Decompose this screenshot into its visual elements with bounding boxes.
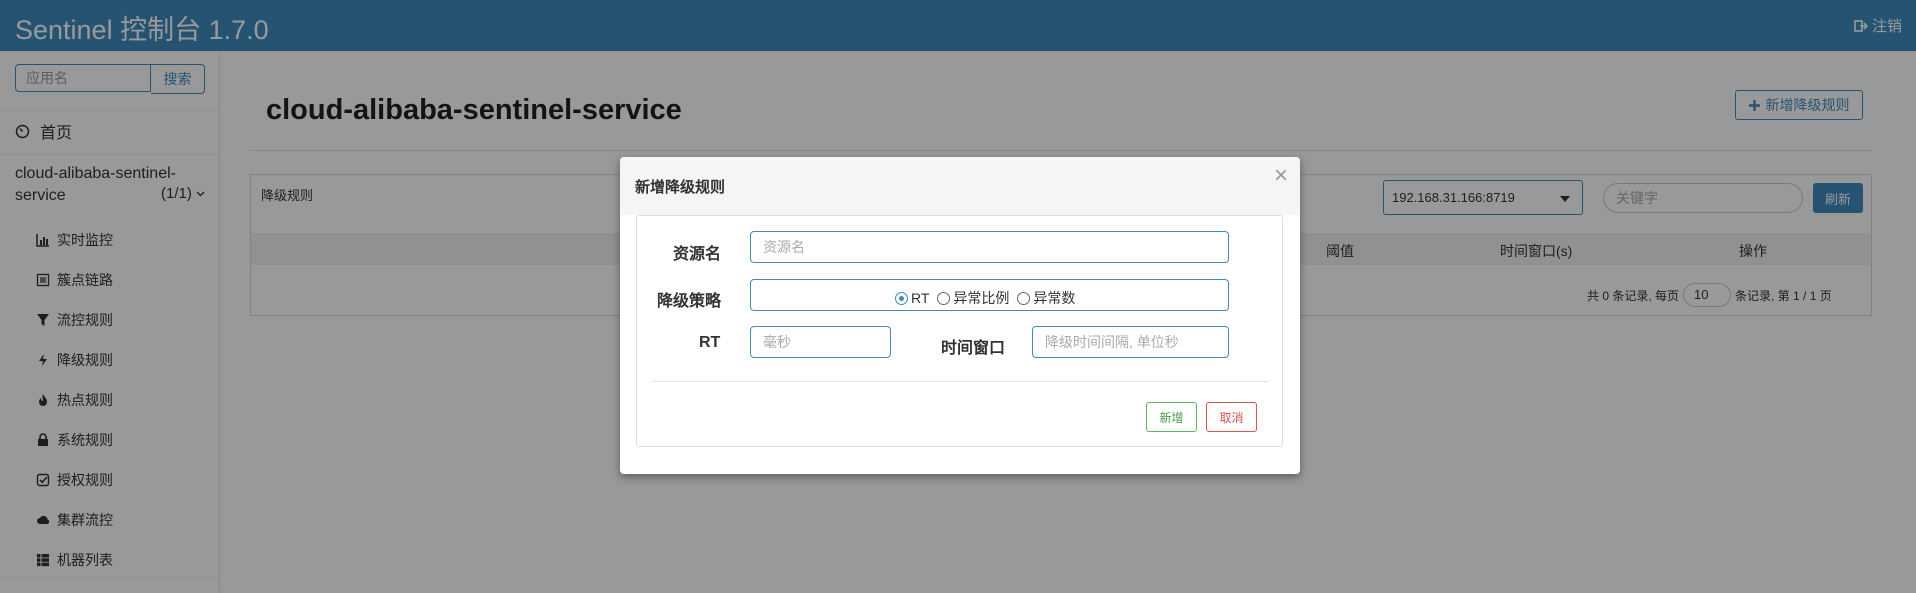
strategy-option-label: 异常数 — [1033, 290, 1076, 306]
cancel-button[interactable]: 取消 — [1206, 402, 1257, 432]
strategy-radio-exception-count[interactable] — [1017, 291, 1031, 305]
time-window-input[interactable] — [1032, 326, 1229, 358]
strategy-option-label: 异常比例 — [953, 290, 1010, 306]
strategy-option-label: RT — [911, 290, 930, 306]
rt-label: RT — [699, 334, 721, 351]
degrade-strategy-label: 降级策略 — [657, 293, 722, 310]
rt-input[interactable] — [750, 326, 891, 358]
resource-name-input[interactable] — [750, 231, 1229, 263]
close-icon[interactable]: × — [1274, 162, 1288, 190]
form-divider — [652, 381, 1269, 382]
degrade-strategy-group: RT 异常比例 异常数 — [750, 279, 1229, 311]
confirm-add-button[interactable]: 新增 — [1146, 402, 1197, 432]
strategy-radio-exception-ratio[interactable] — [937, 291, 951, 305]
strategy-radio-rt[interactable] — [895, 291, 908, 305]
resource-name-label: 资源名 — [673, 246, 722, 263]
add-degrade-rule-dialog: 新增降级规则 × 资源名 降级策略 RT 异常比例 异常数 RT 时间窗口 新增… — [620, 157, 1300, 474]
dialog-title: 新增降级规则 — [635, 179, 726, 196]
dialog-header: 新增降级规则 × — [620, 157, 1300, 215]
time-window-label: 时间窗口 — [941, 340, 1006, 357]
strategy-radios: RT 异常比例 异常数 — [895, 288, 1075, 308]
